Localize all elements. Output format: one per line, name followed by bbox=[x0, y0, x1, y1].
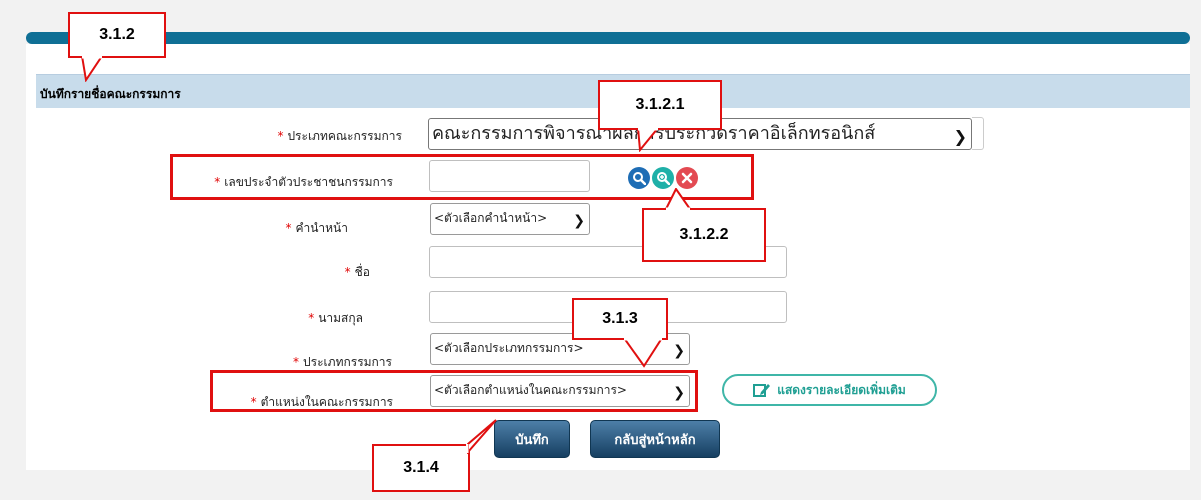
show-details-button[interactable]: แสดงรายละเอียดเพิ่มเติม bbox=[722, 374, 937, 406]
select-side-edge bbox=[972, 117, 984, 150]
callout-3-1-3-pointer bbox=[622, 338, 664, 368]
callout-3-1-2-1-pointer bbox=[636, 128, 660, 152]
callout-3-1-4-pointer bbox=[466, 419, 497, 454]
chevron-down-icon: ❯ bbox=[953, 127, 967, 146]
callout-3-1-2-2: 3.1.2.2 bbox=[642, 208, 766, 262]
chevron-down-icon: ❯ bbox=[673, 343, 685, 359]
title-prefix-label: * คำนำหน้า bbox=[285, 221, 348, 235]
highlight-position-row bbox=[210, 370, 698, 412]
callout-3-1-2-2-pointer bbox=[664, 188, 692, 210]
top-accent-bar bbox=[26, 32, 1190, 44]
title-prefix-select[interactable]: <ตัวเลือกคำนำหน้า> ❯ bbox=[430, 203, 590, 235]
first-name-label: * ชื่อ bbox=[344, 265, 370, 279]
callout-3-1-4: 3.1.4 bbox=[372, 444, 470, 492]
chevron-down-icon: ❯ bbox=[573, 213, 585, 229]
last-name-label: * นามสกุล bbox=[308, 311, 363, 325]
callout-3-1-2-pointer bbox=[80, 56, 104, 82]
callout-3-1-2-1: 3.1.2.1 bbox=[598, 80, 722, 130]
edit-icon bbox=[753, 384, 771, 397]
callout-3-1-3: 3.1.3 bbox=[572, 298, 668, 340]
back-to-main-button[interactable]: กลับสู่หน้าหลัก bbox=[590, 420, 720, 458]
callout-3-1-2: 3.1.2 bbox=[68, 12, 166, 58]
save-button[interactable]: บันทึก bbox=[494, 420, 570, 458]
committee-type-label: * ประเภทคณะกรรมการ bbox=[277, 129, 402, 143]
panel-title: บันทึกรายชื่อคณะกรรมการ bbox=[40, 87, 181, 101]
